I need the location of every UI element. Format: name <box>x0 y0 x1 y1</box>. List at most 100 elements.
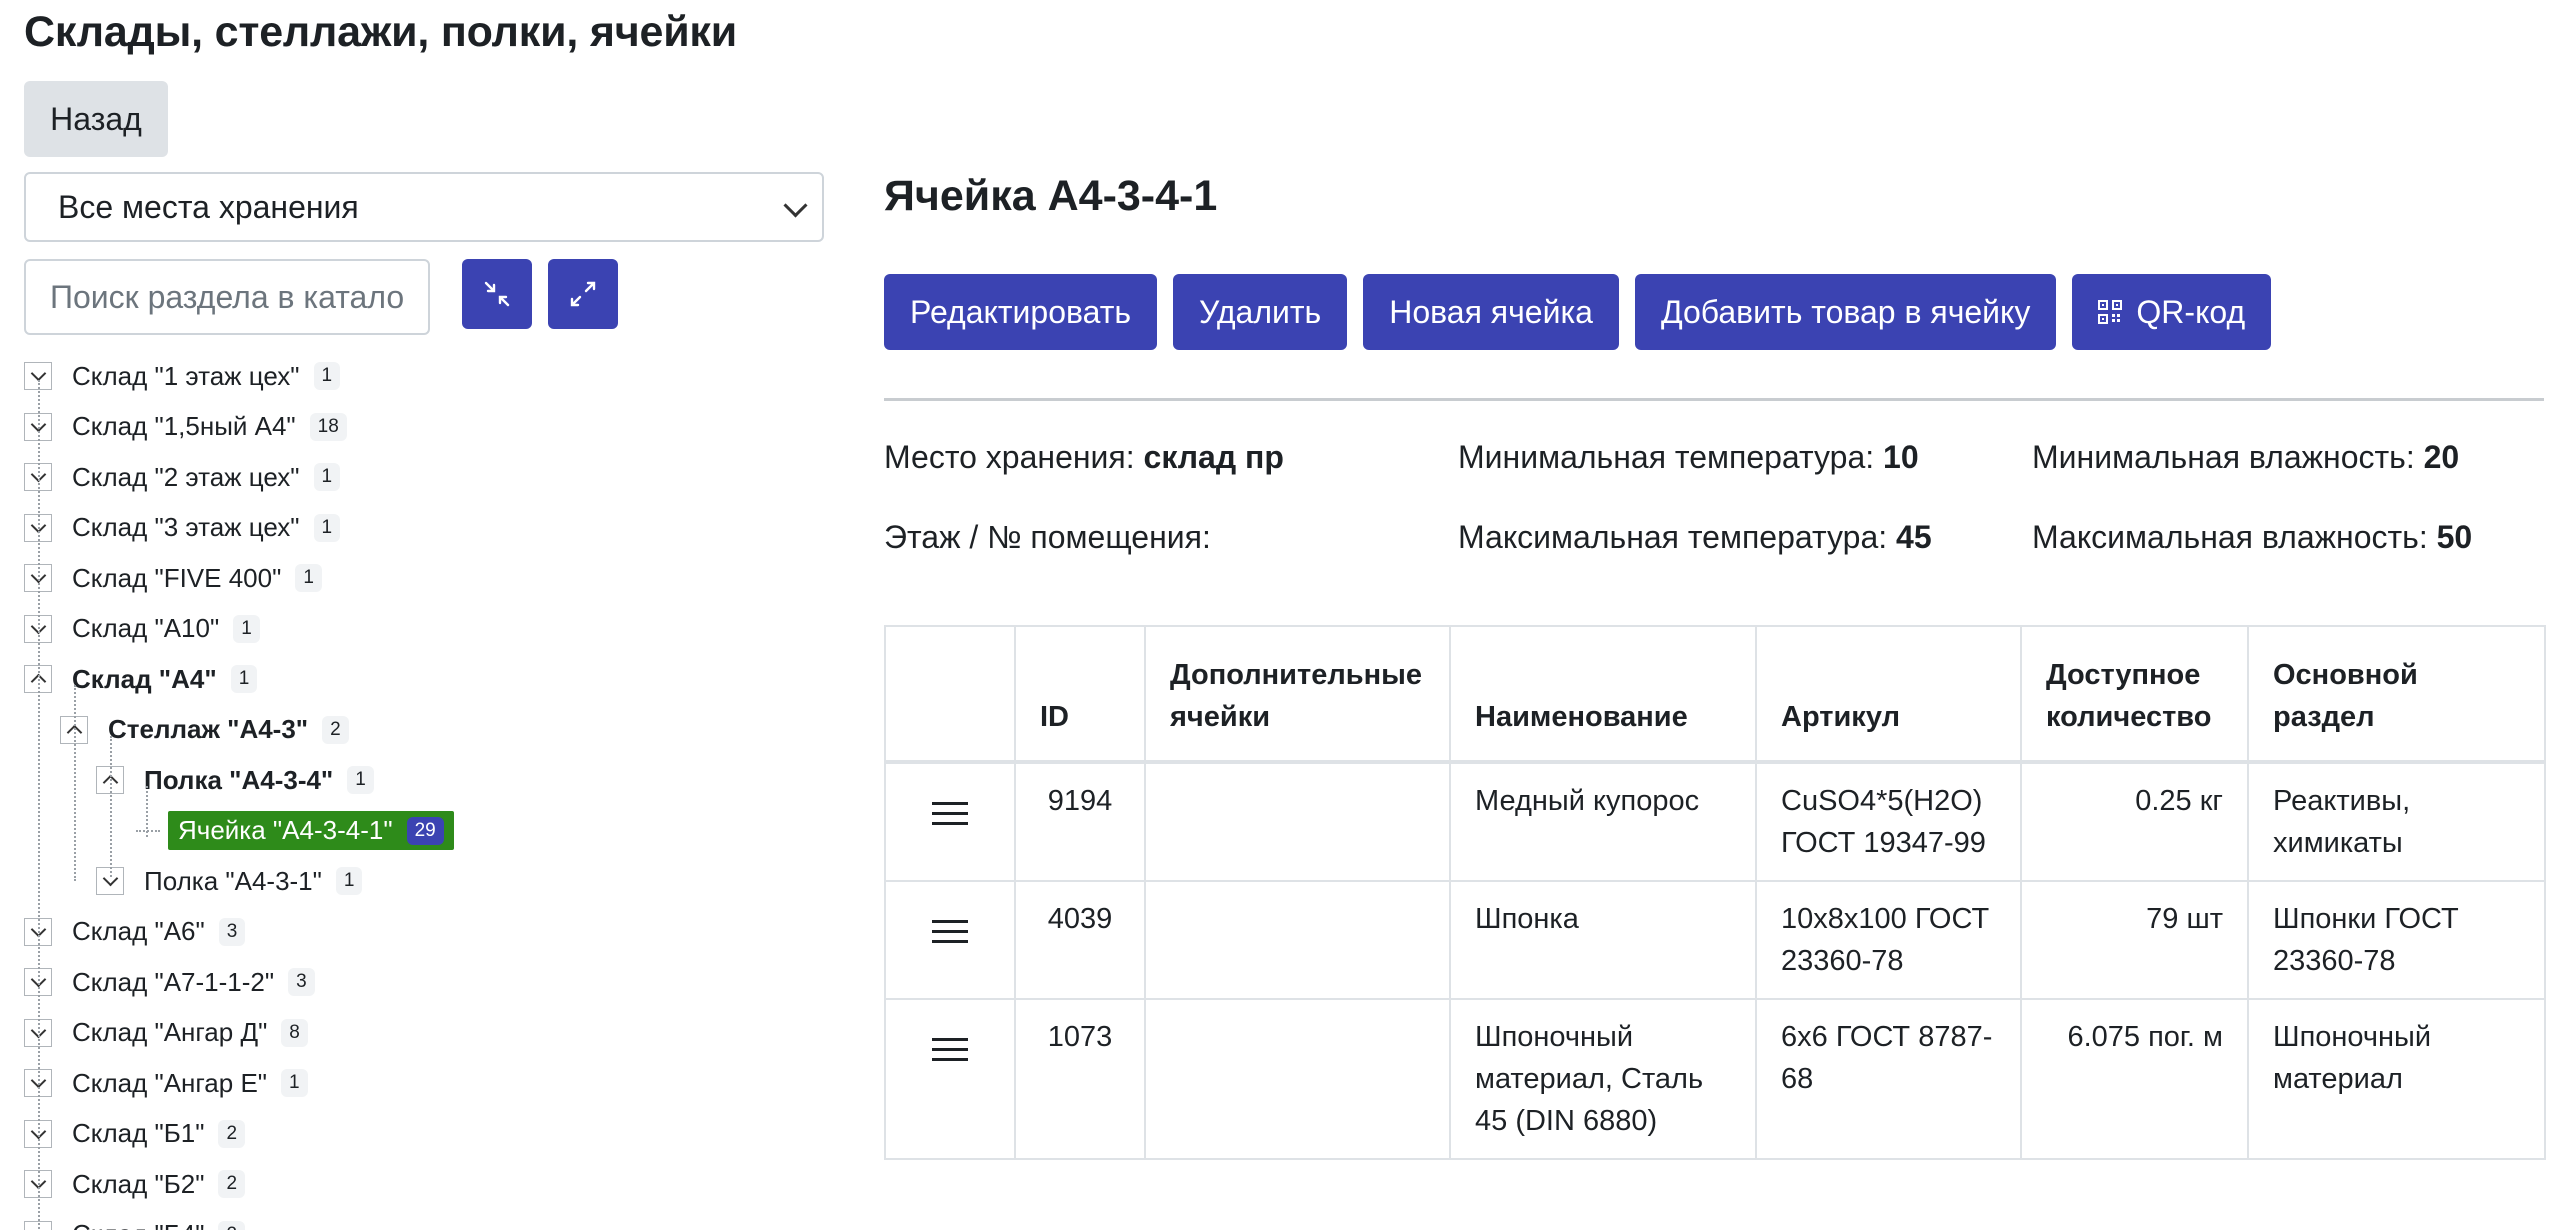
back-button[interactable]: Назад <box>24 81 168 157</box>
tree-node-content: Склад "1,5ный А4" 18 <box>72 411 347 442</box>
tree-node-label: Склад "3 этаж цех" <box>72 512 300 542</box>
tree-node-count-badge: 2 <box>322 715 349 744</box>
max-temperature-value: 45 <box>1896 519 1932 555</box>
table-header-id[interactable]: ID <box>1014 625 1146 763</box>
table-header-name[interactable]: Наименование <box>1449 625 1757 763</box>
table-header-row: ID Дополнительные ячейки Наименование Ар… <box>884 625 2546 763</box>
storage-place-value: склад пр <box>1143 439 1284 475</box>
tree-node[interactable]: Склад "Ангар Е" 1 <box>24 1059 308 1107</box>
tree-node-content: Склад "Ангар Е" 1 <box>72 1068 308 1099</box>
tree-node-content: Склад "1 этаж цех" 1 <box>72 361 341 392</box>
min-humidity-value: 20 <box>2423 439 2460 475</box>
tree-node[interactable]: Склад "1,5ный А4" 18 <box>24 403 347 451</box>
table-row[interactable]: 1073 Шпоночный материал, Сталь 45 (DIN 68… <box>884 998 2546 1160</box>
drag-handle-icon[interactable] <box>910 780 990 825</box>
cell-sku: 10x8x100 ГОСТ 23360-78 <box>1755 880 2022 1000</box>
new-cell-button[interactable]: Новая ячейка <box>1363 274 1619 350</box>
tree-node-label: Склад "2 этаж цех" <box>72 461 300 492</box>
table-header-extra-cells[interactable]: Дополнительные ячейки <box>1144 625 1451 763</box>
tree-node[interactable]: Полка "А4-3-1" 1 <box>96 857 363 905</box>
tree-node-content: Склад "Б1" 2 <box>72 1118 246 1149</box>
table-header-main-section[interactable]: Основной раздел <box>2247 625 2546 763</box>
tree-node[interactable]: Склад "А4" 1 <box>24 655 258 703</box>
cell-main-section: Шпоночный материал <box>2247 998 2546 1160</box>
tree-node[interactable]: Склад "FIVE 400" 1 <box>24 554 322 602</box>
tree-node-content: Склад "3 этаж цех" 1 <box>72 512 341 543</box>
section-divider <box>884 398 2544 401</box>
cell-available-qty: 0.25 кг <box>2020 761 2249 882</box>
tree-node-content: Склад "А7-1-1-2" 3 <box>72 967 315 998</box>
tree-node-label: Стеллаж "А4-3" <box>108 714 309 744</box>
collapse-icon <box>484 281 510 307</box>
tree-node[interactable]: Склад "2 этаж цех" 1 <box>24 453 341 501</box>
tree-node-count-badge: 1 <box>313 463 341 491</box>
cell-main-section: Шпонки ГОСТ 23360-78 <box>2247 880 2546 1000</box>
drag-handle-bar <box>932 802 968 805</box>
cell-available-qty: 79 шт <box>2020 880 2249 1000</box>
collapse-all-button[interactable] <box>462 259 532 329</box>
cell-items-table: ID Дополнительные ячейки Наименование Ар… <box>884 625 2546 1160</box>
edit-button[interactable]: Редактировать <box>884 274 1158 350</box>
qr-code-button-label: QR-код <box>2136 293 2246 330</box>
storage-location-select[interactable]: Все места хранения <box>24 172 824 242</box>
tree-node[interactable]: Ячейка "А4-3-4-1" 29 <box>132 807 454 855</box>
table-header-sku[interactable]: Артикул <box>1755 625 2022 763</box>
tree-node-count-badge: 1 <box>233 614 260 643</box>
tree-node[interactable]: Склад "Б2" 2 <box>24 1160 246 1208</box>
drag-handle-bar <box>932 940 968 943</box>
tree-node[interactable]: Склад "Ангар Д" 8 <box>24 1009 308 1057</box>
tree-guide-line <box>110 735 112 877</box>
drag-handle-icon[interactable] <box>910 898 990 943</box>
tree-node[interactable]: Склад "1 этаж цех" 1 <box>24 352 341 400</box>
tree-node[interactable]: Склад "А10" 1 <box>24 605 260 653</box>
table-header-available-qty[interactable]: Доступное количество <box>2020 625 2249 763</box>
tree-node[interactable]: Склад "Б4" 2 <box>24 1211 246 1230</box>
cell-name: Шпонка <box>1449 880 1757 1000</box>
row-drag-cell[interactable] <box>884 761 1016 882</box>
drag-handle-bar <box>932 812 968 815</box>
tree-node-label: Ячейка "А4-3-4-1" <box>178 815 393 845</box>
max-humidity-info: Максимальная влажность: 50 <box>2032 519 2473 555</box>
tree-node-label: Склад "1,5ный А4" <box>72 411 296 441</box>
tree-node-label: Полка "А4-3-4" <box>144 764 334 795</box>
tree-node[interactable]: Склад "А7-1-1-2" 3 <box>24 958 315 1006</box>
drag-handle-icon[interactable] <box>910 1016 990 1061</box>
cell-main-section: Реактивы, химикаты <box>2247 761 2546 882</box>
max-temperature-info: Максимальная температура: 45 <box>1458 519 1932 555</box>
drag-handle-bar <box>932 822 968 825</box>
cell-extra-cells <box>1144 761 1451 882</box>
storage-tree: Склад "1 этаж цех" 1 Склад "1,5ный А4" 18 Ск… <box>24 350 824 1230</box>
tree-node-count-badge: 1 <box>295 564 322 592</box>
qr-code-button[interactable]: QR-код <box>2072 274 2272 350</box>
cell-available-qty: 6.075 пог. м <box>2020 998 2249 1160</box>
tree-node-content: Склад "Б2" 2 <box>72 1169 246 1200</box>
tree-node-label: Склад "А6" <box>72 916 205 946</box>
cell-id: 1073 <box>1014 998 1146 1160</box>
expand-all-button[interactable] <box>548 259 618 329</box>
cell-sku: CuSO4*5(H2O) ГОСТ 19347-99 <box>1755 761 2022 882</box>
row-drag-cell[interactable] <box>884 880 1016 1000</box>
tree-node[interactable]: Склад "3 этаж цех" 1 <box>24 504 341 552</box>
drag-handle-bar <box>932 930 968 933</box>
tree-node[interactable]: Стеллаж "А4-3" 2 <box>60 706 349 754</box>
tree-node-count-badge: 2 <box>218 1220 246 1230</box>
add-item-button[interactable]: Добавить товар в ячейку <box>1634 274 2057 350</box>
tree-node[interactable]: Полка "А4-3-4" 1 <box>96 756 374 804</box>
row-drag-cell[interactable] <box>884 998 1016 1160</box>
tree-guide-line <box>146 786 148 837</box>
tree-node[interactable]: Склад "А6" 3 <box>24 908 246 956</box>
table-row[interactable]: 9194 Медный купорос CuSO4*5(H2O) ГОСТ 1934… <box>884 761 2546 882</box>
cell-actions: Редактировать Удалить Новая ячейка Добав… <box>884 274 2272 350</box>
cell-name: Шпоночный материал, Сталь 45 (DIN 6880) <box>1449 998 1757 1160</box>
tree-node-label: Склад "FIVE 400" <box>72 562 282 593</box>
catalog-search-input[interactable] <box>24 259 430 335</box>
delete-button[interactable]: Удалить <box>1173 274 1348 350</box>
tree-node-count-badge: 1 <box>335 867 363 895</box>
tree-node[interactable]: Склад "Б1" 2 <box>24 1110 246 1158</box>
tree-guide-line <box>74 685 76 881</box>
tree-connector <box>136 829 160 832</box>
expand-icon <box>570 281 596 307</box>
cell-title: Ячейка А4-3-4-1 <box>884 172 1218 220</box>
tree-node-count-badge: 2 <box>218 1119 246 1148</box>
table-row[interactable]: 4039 Шпонка 10x8x100 ГОСТ 23360-78 79 шт Шпо… <box>884 880 2546 1000</box>
